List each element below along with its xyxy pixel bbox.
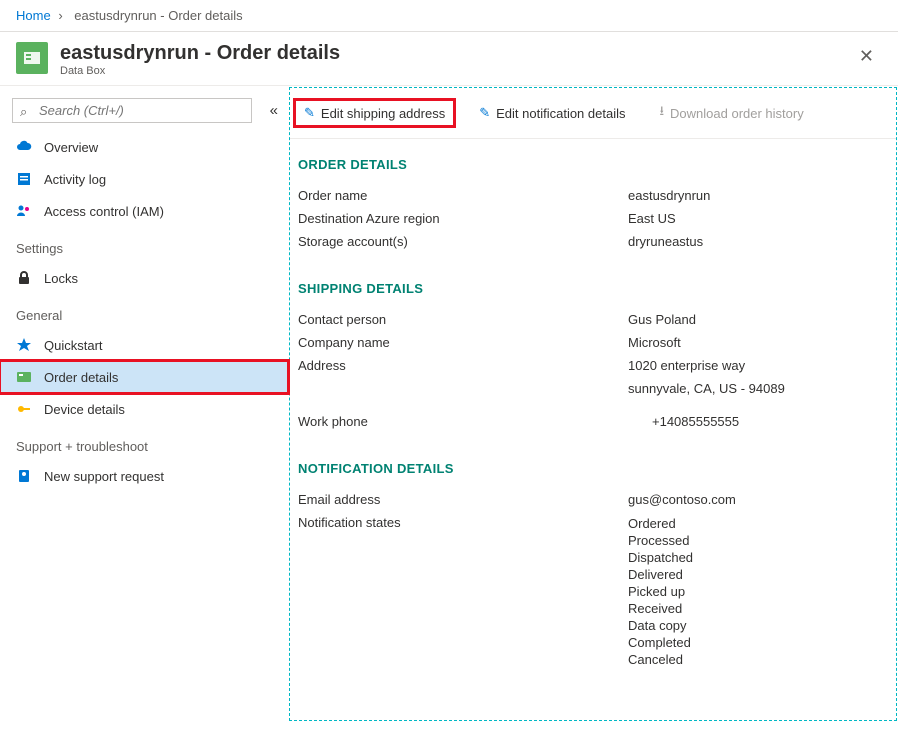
sidebar-item-label: Device details bbox=[44, 402, 125, 417]
sidebar-item-label: Order details bbox=[44, 370, 118, 385]
search-input[interactable] bbox=[12, 98, 252, 123]
button-label: Edit shipping address bbox=[321, 106, 445, 121]
edit-shipping-button[interactable]: ✎ Edit shipping address bbox=[296, 101, 453, 125]
sidebar-item-iam[interactable]: Access control (IAM) bbox=[0, 195, 288, 227]
quickstart-icon bbox=[16, 337, 32, 353]
section-heading: NOTIFICATION DETAILS bbox=[294, 461, 892, 488]
notification-state: Picked up bbox=[628, 583, 693, 600]
notification-state: Dispatched bbox=[628, 549, 693, 566]
section-shipping-details: SHIPPING DETAILS Contact personGus Polan… bbox=[294, 281, 892, 433]
field-label: Contact person bbox=[298, 312, 628, 327]
section-heading: SHIPPING DETAILS bbox=[294, 281, 892, 308]
main-panel: ✎ Edit shipping address ✎ Edit notificat… bbox=[289, 87, 897, 721]
field-value: gus@contoso.com bbox=[628, 492, 736, 507]
field-value: eastusdrynrun bbox=[628, 188, 710, 203]
download-icon: ⭳ bbox=[659, 102, 664, 124]
notification-state: Received bbox=[628, 600, 693, 617]
field-value: +14085555555 bbox=[628, 414, 739, 429]
field-label: Notification states bbox=[298, 515, 628, 668]
field-label: Order name bbox=[298, 188, 628, 203]
sidebar-item-overview[interactable]: Overview bbox=[0, 131, 288, 163]
lock-icon bbox=[16, 270, 32, 286]
breadcrumb: Home › eastusdrynrun - Order details bbox=[0, 0, 898, 32]
download-history-button: ⭳ Download order history bbox=[651, 98, 811, 128]
sidebar-group-settings: Settings bbox=[0, 227, 288, 262]
notification-state: Canceled bbox=[628, 651, 693, 668]
sidebar-item-label: Activity log bbox=[44, 172, 106, 187]
field-value: 1020 enterprise waysunnyvale, CA, US - 9… bbox=[628, 358, 785, 396]
field-value: dryruneastus bbox=[628, 234, 703, 249]
resource-icon bbox=[16, 42, 48, 74]
sidebar-item-support-request[interactable]: New support request bbox=[0, 460, 288, 492]
breadcrumb-home[interactable]: Home bbox=[16, 8, 51, 23]
sidebar: ⌕ « Overview Activity log Access control… bbox=[0, 86, 288, 722]
sidebar-item-label: New support request bbox=[44, 469, 164, 484]
log-icon bbox=[16, 171, 32, 187]
notification-states-list: OrderedProcessedDispatchedDeliveredPicke… bbox=[628, 515, 693, 668]
sidebar-item-label: Access control (IAM) bbox=[44, 204, 164, 219]
sidebar-item-activity[interactable]: Activity log bbox=[0, 163, 288, 195]
field-value: Microsoft bbox=[628, 335, 681, 350]
search-icon: ⌕ bbox=[20, 104, 27, 120]
page-header: eastusdrynrun - Order details Data Box ✕ bbox=[0, 32, 898, 86]
section-notification-details: NOTIFICATION DETAILS Email addressgus@co… bbox=[294, 461, 892, 672]
cloud-icon bbox=[16, 139, 32, 155]
sidebar-group-general: General bbox=[0, 294, 288, 329]
button-label: Download order history bbox=[670, 106, 804, 121]
sidebar-item-label: Overview bbox=[44, 140, 98, 155]
field-label: Email address bbox=[298, 492, 628, 507]
sidebar-item-order-details[interactable]: Order details bbox=[0, 361, 288, 393]
field-value: East US bbox=[628, 211, 676, 226]
sidebar-item-locks[interactable]: Locks bbox=[0, 262, 288, 294]
notification-state: Ordered bbox=[628, 515, 693, 532]
sidebar-item-label: Locks bbox=[44, 271, 78, 286]
breadcrumb-current: eastusdrynrun - Order details bbox=[74, 8, 242, 23]
toolbar: ✎ Edit shipping address ✎ Edit notificat… bbox=[290, 88, 896, 139]
field-label: Work phone bbox=[298, 414, 628, 429]
page-title: eastusdrynrun - Order details bbox=[60, 42, 340, 65]
key-icon bbox=[16, 401, 32, 417]
pencil-icon: ✎ bbox=[304, 105, 315, 121]
sidebar-item-quickstart[interactable]: Quickstart bbox=[0, 329, 288, 361]
field-value: Gus Poland bbox=[628, 312, 696, 327]
section-order-details: ORDER DETAILS Order nameeastusdrynrun De… bbox=[294, 157, 892, 253]
collapse-sidebar-button[interactable]: « bbox=[270, 102, 278, 119]
button-label: Edit notification details bbox=[496, 106, 625, 121]
pencil-icon: ✎ bbox=[479, 105, 490, 121]
page-subtitle: Data Box bbox=[60, 65, 340, 77]
order-icon bbox=[16, 369, 32, 385]
support-icon bbox=[16, 468, 32, 484]
section-heading: ORDER DETAILS bbox=[294, 157, 892, 184]
notification-state: Delivered bbox=[628, 566, 693, 583]
notification-state: Data copy bbox=[628, 617, 693, 634]
field-label: Company name bbox=[298, 335, 628, 350]
breadcrumb-sep: › bbox=[58, 8, 62, 23]
people-icon bbox=[16, 203, 32, 219]
close-button[interactable]: ✕ bbox=[851, 42, 882, 71]
edit-notification-button[interactable]: ✎ Edit notification details bbox=[471, 101, 633, 125]
sidebar-item-device-details[interactable]: Device details bbox=[0, 393, 288, 425]
field-label: Storage account(s) bbox=[298, 234, 628, 249]
notification-state: Completed bbox=[628, 634, 693, 651]
sidebar-item-label: Quickstart bbox=[44, 338, 103, 353]
field-label: Destination Azure region bbox=[298, 211, 628, 226]
sidebar-group-support: Support + troubleshoot bbox=[0, 425, 288, 460]
field-label: Address bbox=[298, 358, 628, 396]
notification-state: Processed bbox=[628, 532, 693, 549]
